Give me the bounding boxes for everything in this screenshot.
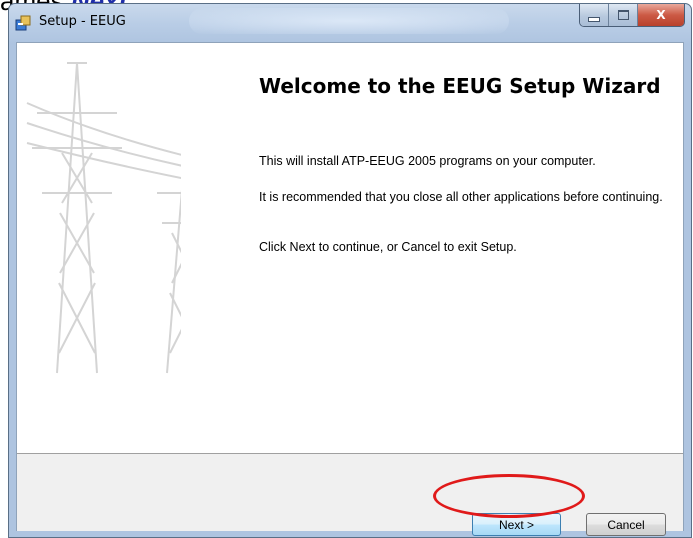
- wizard-button-bar: Next > Cancel: [17, 453, 683, 536]
- minimize-icon: [588, 16, 600, 22]
- power-tower-illustration: [26, 62, 181, 374]
- close-apps-recommendation: It is recommended that you close all oth…: [259, 190, 663, 204]
- wizard-client-area: Welcome to the EEUG Setup Wizard This wi…: [16, 42, 684, 536]
- next-button[interactable]: Next >: [472, 513, 561, 536]
- close-icon: X: [656, 8, 666, 22]
- wizard-heading: Welcome to the EEUG Setup Wizard: [259, 74, 661, 98]
- maximize-button[interactable]: [609, 4, 638, 26]
- install-description: This will install ATP-EEUG 2005 programs…: [259, 154, 596, 168]
- continue-instruction: Click Next to continue, or Cancel to exi…: [259, 240, 517, 254]
- close-button[interactable]: X: [638, 4, 684, 26]
- window-controls: X: [579, 4, 685, 27]
- maximize-icon: [617, 10, 629, 20]
- cancel-button[interactable]: Cancel: [586, 513, 666, 536]
- window-title: Setup - EEUG: [39, 14, 126, 29]
- setup-window: Setup - EEUG X Welcome to the EEUG Setup…: [8, 3, 692, 538]
- title-bar[interactable]: Setup - EEUG X: [9, 4, 691, 42]
- setup-app-icon: [15, 15, 31, 31]
- title-glow: [189, 8, 509, 34]
- minimize-button[interactable]: [580, 4, 609, 26]
